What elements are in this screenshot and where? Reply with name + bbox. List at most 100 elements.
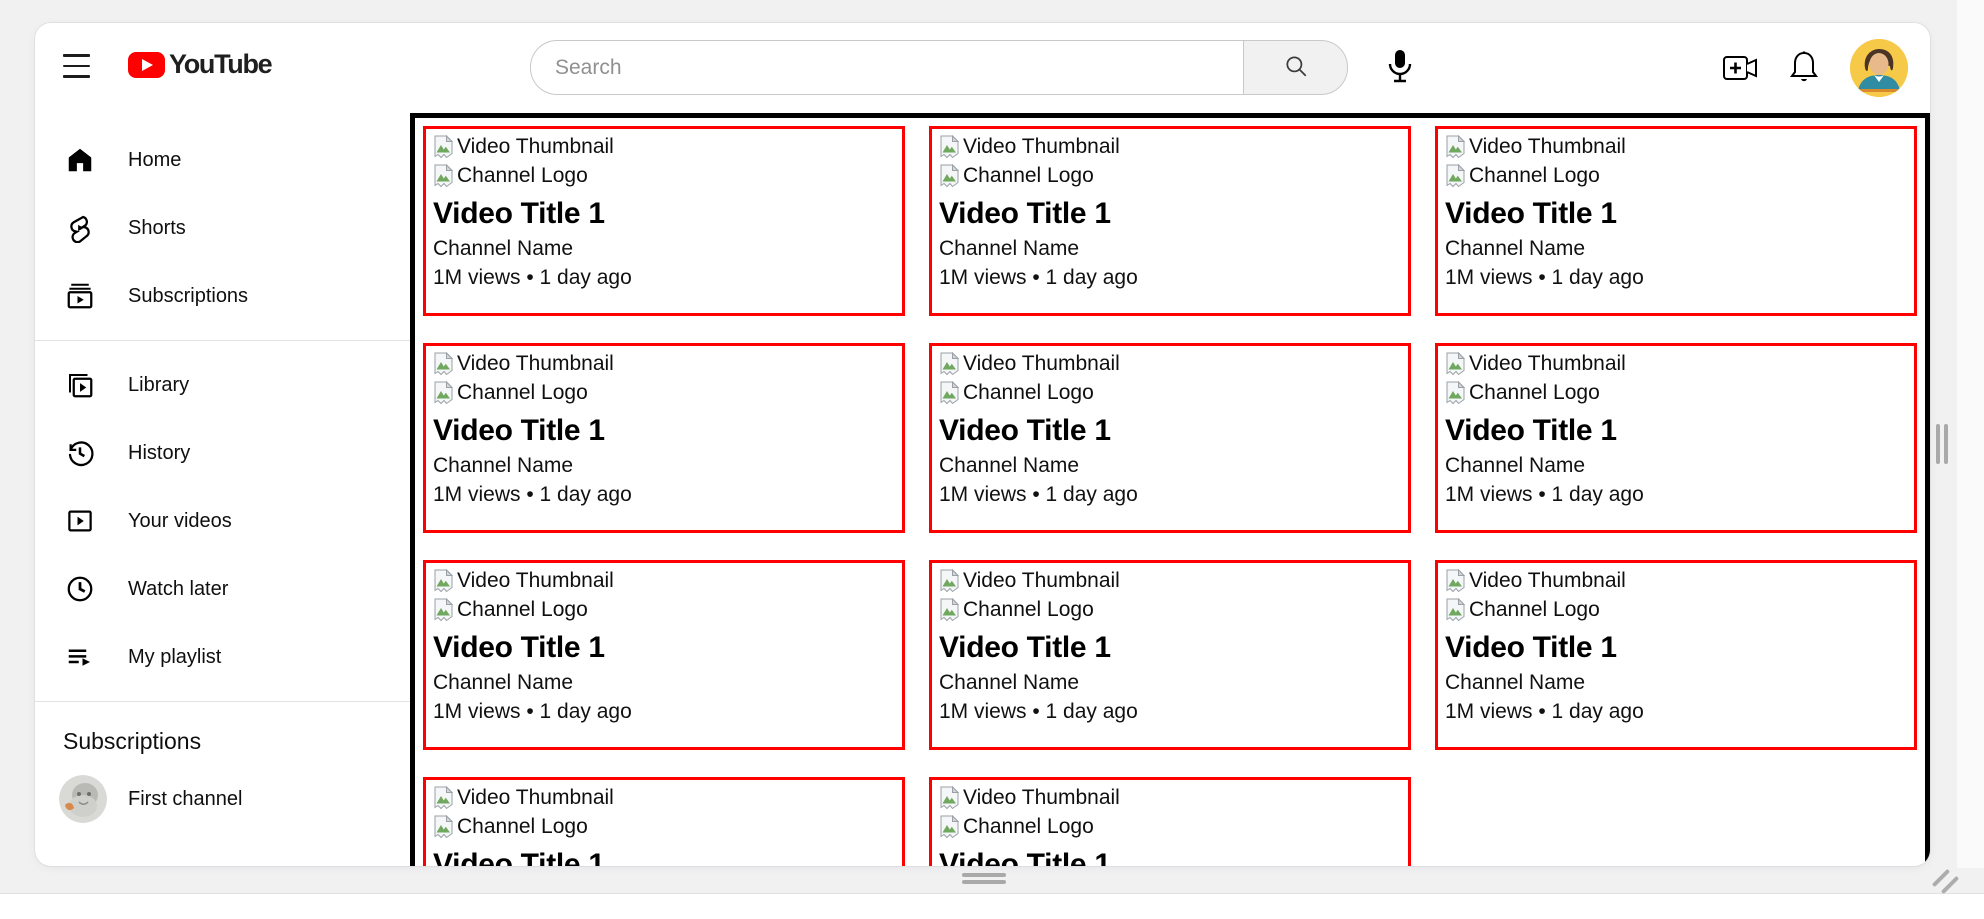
channel-logo-alt-text: Channel Logo (963, 598, 1094, 622)
video-title: Video Title 1 (939, 414, 1401, 448)
broken-image-icon (433, 163, 455, 189)
video-meta: 1M views • 1 day ago (433, 263, 895, 292)
video-thumbnail-broken-image: Video Thumbnail (433, 349, 895, 378)
broken-image-icon (433, 568, 455, 594)
video-card[interactable]: Video Thumbnail Channel Logo Video Title… (1435, 560, 1917, 750)
sidebar-item-first-channel[interactable]: First channel (35, 765, 410, 833)
video-thumbnail-broken-image: Video Thumbnail (939, 566, 1401, 595)
create-video-icon[interactable] (1722, 54, 1758, 82)
video-title: Video Title 1 (1445, 631, 1907, 665)
channel-logo-broken-image: Channel Logo (433, 812, 895, 841)
video-meta: 1M views • 1 day ago (939, 263, 1401, 292)
watch-later-icon (63, 572, 97, 606)
video-card[interactable]: Video Thumbnail Channel Logo Video Title… (1435, 126, 1917, 316)
bell-icon[interactable] (1788, 50, 1820, 86)
channel-logo-alt-text: Channel Logo (963, 815, 1094, 839)
history-icon (63, 436, 97, 470)
channel-logo-broken-image: Channel Logo (433, 595, 895, 624)
channel-logo-alt-text: Channel Logo (457, 598, 588, 622)
video-card[interactable]: Video Thumbnail Channel Logo Video Title… (929, 343, 1411, 533)
video-thumbnail-broken-image: Video Thumbnail (939, 132, 1401, 161)
subscriptions-icon (63, 279, 97, 313)
broken-image-icon (433, 814, 455, 840)
channel-logo-broken-image: Channel Logo (939, 812, 1401, 841)
video-meta: 1M views • 1 day ago (939, 697, 1401, 726)
broken-image-icon (433, 597, 455, 623)
broken-image-icon (939, 785, 961, 811)
channel-logo-broken-image: Channel Logo (1445, 595, 1907, 624)
bottom-gutter (0, 893, 1984, 919)
video-title: Video Title 1 (939, 631, 1401, 665)
sidebar-item-library[interactable]: Library (35, 351, 410, 419)
video-thumbnail-alt-text: Video Thumbnail (1469, 569, 1626, 593)
channel-logo-broken-image: Channel Logo (1445, 378, 1907, 407)
video-card[interactable]: Video Thumbnail Channel Logo Video Title… (1435, 343, 1917, 533)
broken-image-icon (1445, 163, 1467, 189)
video-meta: 1M views • 1 day ago (1445, 480, 1907, 509)
sidebar-item-label: Your videos (128, 510, 232, 533)
video-card[interactable]: Video Thumbnail Channel Logo Video Title… (929, 126, 1411, 316)
video-card[interactable]: Video Thumbnail Channel Logo Video Title… (929, 560, 1411, 750)
channel-logo-alt-text: Channel Logo (457, 381, 588, 405)
channel-logo-alt-text: Channel Logo (457, 164, 588, 188)
menu-icon[interactable] (63, 54, 90, 78)
sidebar-item-label: Shorts (128, 217, 186, 240)
video-thumbnail-alt-text: Video Thumbnail (963, 352, 1120, 376)
avatar[interactable] (1850, 39, 1908, 97)
video-meta: 1M views • 1 day ago (1445, 697, 1907, 726)
shorts-icon (63, 211, 97, 245)
sidebar-item-your-videos[interactable]: Your videos (35, 487, 410, 555)
video-thumbnail-alt-text: Video Thumbnail (963, 569, 1120, 593)
page-body: Home Shorts (35, 113, 1930, 866)
channel-logo-alt-text: Channel Logo (457, 815, 588, 839)
video-title: Video Title 1 (939, 197, 1401, 231)
broken-image-icon (939, 351, 961, 377)
microphone-icon[interactable] (1383, 45, 1417, 89)
broken-image-icon (433, 134, 455, 160)
video-channel-name: Channel Name (939, 669, 1401, 697)
broken-image-icon (1445, 380, 1467, 406)
search-button[interactable] (1243, 40, 1348, 95)
sidebar-item-subscriptions[interactable]: Subscriptions (35, 262, 410, 330)
corner-resize-grip[interactable] (1928, 864, 1962, 894)
search-bar (530, 40, 1348, 95)
sidebar-item-label: History (128, 442, 190, 465)
video-channel-name: Channel Name (939, 235, 1401, 263)
sidebar-item-watch-later[interactable]: Watch later (35, 555, 410, 623)
broken-image-icon (939, 814, 961, 840)
broken-image-icon (1445, 597, 1467, 623)
youtube-logo[interactable]: YouTube (128, 49, 271, 80)
video-card[interactable]: Video Thumbnail Channel Logo Video Title… (929, 777, 1411, 866)
video-card[interactable]: Video Thumbnail Channel Logo Video Title… (423, 777, 905, 866)
video-card[interactable]: Video Thumbnail Channel Logo Video Title… (423, 560, 905, 750)
video-card[interactable]: Video Thumbnail Channel Logo Video Title… (423, 343, 905, 533)
search-input[interactable] (530, 40, 1243, 95)
header-actions (1722, 23, 1908, 113)
channel-logo-broken-image: Channel Logo (939, 161, 1401, 190)
vertical-resize-handle[interactable] (1936, 424, 1950, 464)
channel-logo-broken-image: Channel Logo (939, 595, 1401, 624)
sidebar-item-label: My playlist (128, 646, 221, 669)
broken-image-icon (1445, 568, 1467, 594)
video-thumbnail-broken-image: Video Thumbnail (1445, 349, 1907, 378)
sidebar-item-home[interactable]: Home (35, 126, 410, 194)
video-meta: 1M views • 1 day ago (939, 480, 1401, 509)
video-channel-name: Channel Name (939, 452, 1401, 480)
right-gutter (1957, 0, 1984, 868)
channel-name-label: First channel (128, 788, 243, 811)
video-title: Video Title 1 (939, 848, 1401, 866)
video-title: Video Title 1 (1445, 414, 1907, 448)
sidebar-item-history[interactable]: History (35, 419, 410, 487)
sidebar-item-my-playlist[interactable]: My playlist (35, 623, 410, 691)
sidebar-item-shorts[interactable]: Shorts (35, 194, 410, 262)
video-card[interactable]: Video Thumbnail Channel Logo Video Title… (423, 126, 905, 316)
video-thumbnail-broken-image: Video Thumbnail (939, 349, 1401, 378)
video-grid: Video Thumbnail Channel Logo Video Title… (410, 113, 1930, 866)
channel-logo-alt-text: Channel Logo (963, 164, 1094, 188)
video-thumbnail-broken-image: Video Thumbnail (433, 566, 895, 595)
sidebar-item-label: Watch later (128, 578, 228, 601)
video-meta: 1M views • 1 day ago (433, 697, 895, 726)
broken-image-icon (939, 568, 961, 594)
broken-image-icon (433, 380, 455, 406)
horizontal-resize-handle[interactable] (962, 873, 1006, 885)
